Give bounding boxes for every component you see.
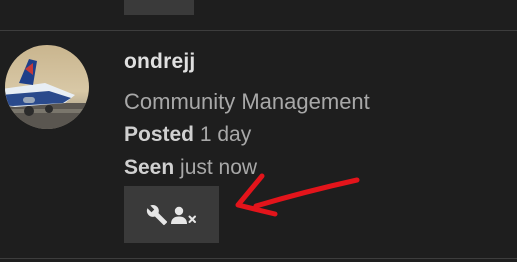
wrench-icon <box>146 204 168 226</box>
remove-user-icon <box>170 204 198 226</box>
seen-label: Seen <box>124 156 175 179</box>
user-title: Community Management <box>124 89 370 114</box>
seen-info: Seen just now <box>124 156 257 180</box>
posted-info: Posted 1 day <box>124 123 251 147</box>
divider <box>0 30 517 31</box>
avatar-image <box>5 45 89 129</box>
divider <box>0 258 517 259</box>
username[interactable]: ondrejj <box>124 50 195 74</box>
red-arrow-annotation <box>235 173 360 217</box>
previous-post-action-button[interactable] <box>124 0 194 15</box>
seen-value: just now <box>180 156 258 179</box>
posted-label: Posted <box>124 123 195 146</box>
avatar[interactable] <box>5 45 89 129</box>
admin-actions-button[interactable] <box>124 186 219 243</box>
posted-value: 1 day <box>199 123 252 146</box>
